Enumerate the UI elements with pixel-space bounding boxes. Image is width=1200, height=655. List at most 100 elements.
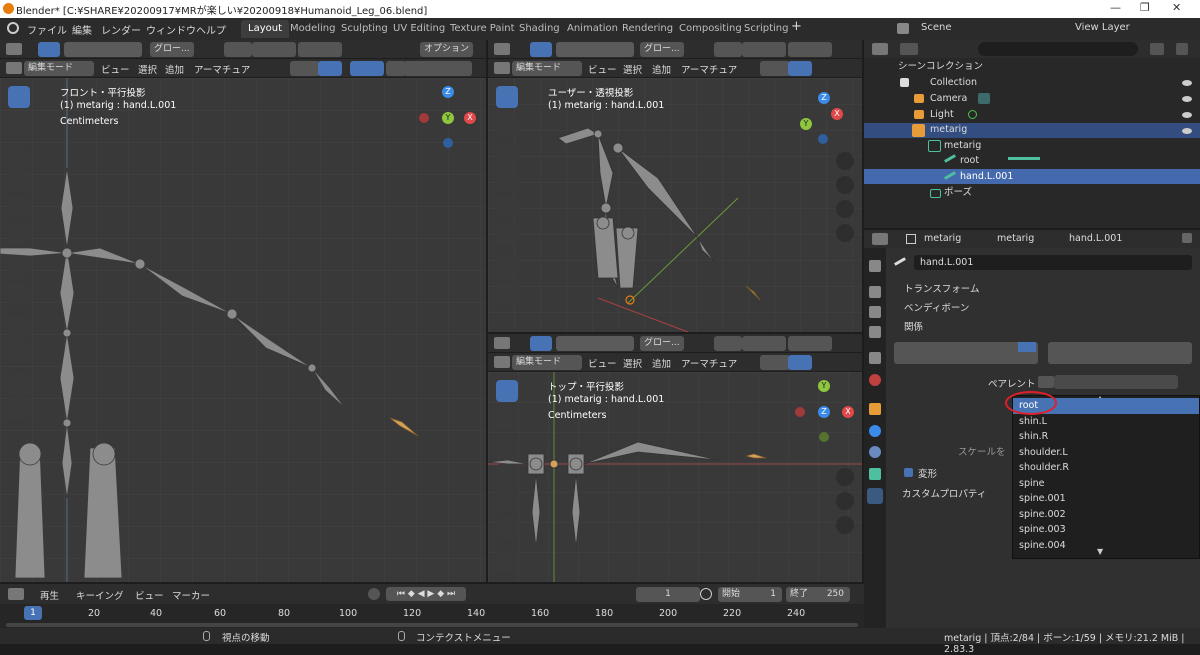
outliner-pose[interactable]: ポーズ — [944, 185, 972, 201]
z-axis-icon[interactable]: Z — [818, 92, 830, 104]
editor-type-icon-2[interactable] — [494, 62, 510, 74]
timeline-area[interactable]: 1 20 40 60 80 100 120 140 160 180 200 22… — [0, 604, 864, 628]
neg-x-axis-icon[interactable] — [419, 113, 429, 123]
section-transform[interactable]: トランスフォーム — [904, 281, 980, 295]
tab-layout[interactable]: Layout — [241, 20, 289, 38]
outliner-search-field[interactable] — [978, 42, 1138, 56]
outliner-hand-bone[interactable]: hand.L.001 — [960, 169, 1013, 185]
parent-field[interactable] — [1054, 375, 1178, 389]
section-relations[interactable]: 関係 — [904, 319, 923, 333]
proportional-edit-dropdown[interactable] — [788, 336, 832, 351]
tool-transform[interactable] — [496, 223, 518, 245]
object-tab-icon[interactable] — [869, 403, 881, 415]
view-layer-tab-icon[interactable] — [869, 326, 881, 338]
timeline-playback-menu[interactable]: 再生 — [40, 588, 59, 602]
proportional-edit-dropdown[interactable] — [788, 42, 832, 57]
tool-roll[interactable] — [8, 373, 30, 395]
user-navigation-gizmo[interactable]: Z Y X — [793, 92, 855, 154]
selection-mode-buttons[interactable] — [64, 42, 142, 57]
neg-x-axis-icon[interactable] — [795, 407, 805, 417]
scene-icon[interactable] — [897, 23, 909, 34]
tool-rotate[interactable] — [496, 464, 518, 486]
tool-select-box[interactable] — [8, 86, 30, 108]
menu-window[interactable]: ウィンドウ — [146, 22, 196, 37]
visibility-dropdown[interactable] — [290, 61, 320, 76]
shading-mode-buttons[interactable] — [404, 61, 472, 76]
menu-view[interactable]: ビュー — [101, 62, 130, 76]
top-navigation-gizmo[interactable]: Y Z X — [793, 380, 855, 442]
y-axis-icon[interactable]: Y — [800, 118, 812, 130]
menu-render[interactable]: レンダー — [101, 22, 141, 37]
editor-type-icon[interactable] — [494, 337, 510, 349]
tab-shading[interactable]: Shading — [512, 20, 567, 38]
tool-bone-envelope[interactable] — [8, 398, 30, 420]
collection-visibility-icon[interactable] — [1182, 80, 1192, 86]
parent-option-spine[interactable]: spine — [1013, 476, 1199, 492]
editor-type-icon[interactable] — [6, 43, 22, 55]
tool-cursor[interactable] — [496, 113, 518, 135]
outliner-metarig-data[interactable]: metarig — [944, 138, 981, 154]
neg-z-axis-icon[interactable] — [818, 134, 828, 144]
bone-layer-active[interactable] — [1018, 342, 1036, 352]
camera-view-icon[interactable] — [836, 492, 854, 510]
parent-option-shoulder-r[interactable]: shoulder.R — [1013, 460, 1199, 476]
outliner-root-bone[interactable]: root — [960, 153, 979, 169]
menu-select[interactable]: 選択 — [138, 62, 157, 76]
parent-option-spine-003[interactable]: spine.003 — [1013, 522, 1199, 538]
gizmo-toggle[interactable] — [788, 61, 812, 76]
menu-view[interactable]: ビュー — [588, 62, 617, 76]
collection-checkbox-icon[interactable] — [900, 78, 909, 87]
zoom-icon[interactable] — [836, 152, 854, 170]
front-viewport-canvas[interactable] — [0, 78, 486, 582]
menu-armature[interactable]: アーマチュア — [681, 62, 737, 76]
tool-rotate[interactable] — [8, 170, 30, 192]
tool-cursor[interactable] — [496, 407, 518, 429]
visibility-dropdown[interactable] — [760, 61, 790, 76]
snap-dropdown[interactable] — [252, 42, 296, 57]
current-frame-marker[interactable]: 1 — [24, 606, 42, 620]
menu-armature[interactable]: アーマチュア — [194, 62, 250, 76]
start-frame-field[interactable]: 開始 1 — [718, 587, 782, 602]
tool-tab-icon[interactable] — [869, 260, 881, 272]
mode-dropdown[interactable]: 編集モード — [24, 61, 94, 76]
close-button[interactable]: ✕ — [1172, 1, 1181, 14]
filter-icon[interactable] — [1150, 43, 1164, 55]
tool-scale[interactable] — [496, 196, 518, 218]
front-viewport[interactable]: フロント・平行投影 (1) metarig : hand.L.001 Centi… — [0, 78, 486, 582]
world-tab-icon[interactable] — [869, 374, 881, 386]
record-button[interactable] — [368, 588, 380, 600]
tool-annotate[interactable] — [496, 550, 518, 572]
user-viewport[interactable]: ユーザー・透視投影 (1) metarig : hand.L.001 Z Y X — [488, 78, 862, 332]
outliner-collection[interactable]: Collection — [930, 75, 977, 91]
hand-pan-icon[interactable] — [836, 468, 854, 486]
xray-toggle[interactable] — [386, 61, 406, 76]
armature-tab-icon[interactable] — [869, 468, 881, 480]
front-navigation-gizmo[interactable]: Z Y X — [415, 86, 477, 148]
scene-tab-icon[interactable] — [869, 352, 881, 364]
tool-rotate[interactable] — [496, 170, 518, 192]
z-axis-icon[interactable]: Z — [818, 406, 830, 418]
outliner-camera[interactable]: Camera — [930, 91, 967, 107]
tool-select-box[interactable] — [496, 86, 518, 108]
z-axis-icon[interactable]: Z — [442, 86, 454, 98]
visibility-dropdown[interactable] — [760, 355, 790, 370]
tool-select-box[interactable] — [496, 380, 518, 402]
pin-icon[interactable] — [1182, 233, 1192, 243]
constraints-tab-icon[interactable] — [869, 446, 881, 458]
menu-edit[interactable]: 編集 — [72, 22, 92, 37]
options-dropdown[interactable]: オプション — [420, 42, 474, 57]
transform-orientation-dropdown[interactable]: グロー... — [150, 42, 194, 57]
add-workspace-button[interactable]: + — [791, 19, 802, 34]
bone-layers-grid-right[interactable] — [1048, 342, 1192, 364]
timeline-keying-menu[interactable]: キーイング — [76, 588, 124, 602]
section-deform[interactable]: 変形 — [918, 466, 937, 480]
deform-checkbox[interactable] — [904, 468, 913, 477]
tool-transform[interactable] — [8, 223, 30, 245]
proportional-edit-dropdown[interactable] — [298, 42, 342, 57]
outliner-scene-collection[interactable]: シーンコレクション — [898, 59, 983, 75]
maximize-button[interactable]: ❐ — [1140, 1, 1150, 14]
bone-layers-grid-left[interactable] — [894, 342, 1038, 364]
outliner-editor-icon[interactable] — [872, 43, 888, 55]
render-tab-icon[interactable] — [869, 286, 881, 298]
tool-bone-size[interactable] — [8, 340, 30, 362]
